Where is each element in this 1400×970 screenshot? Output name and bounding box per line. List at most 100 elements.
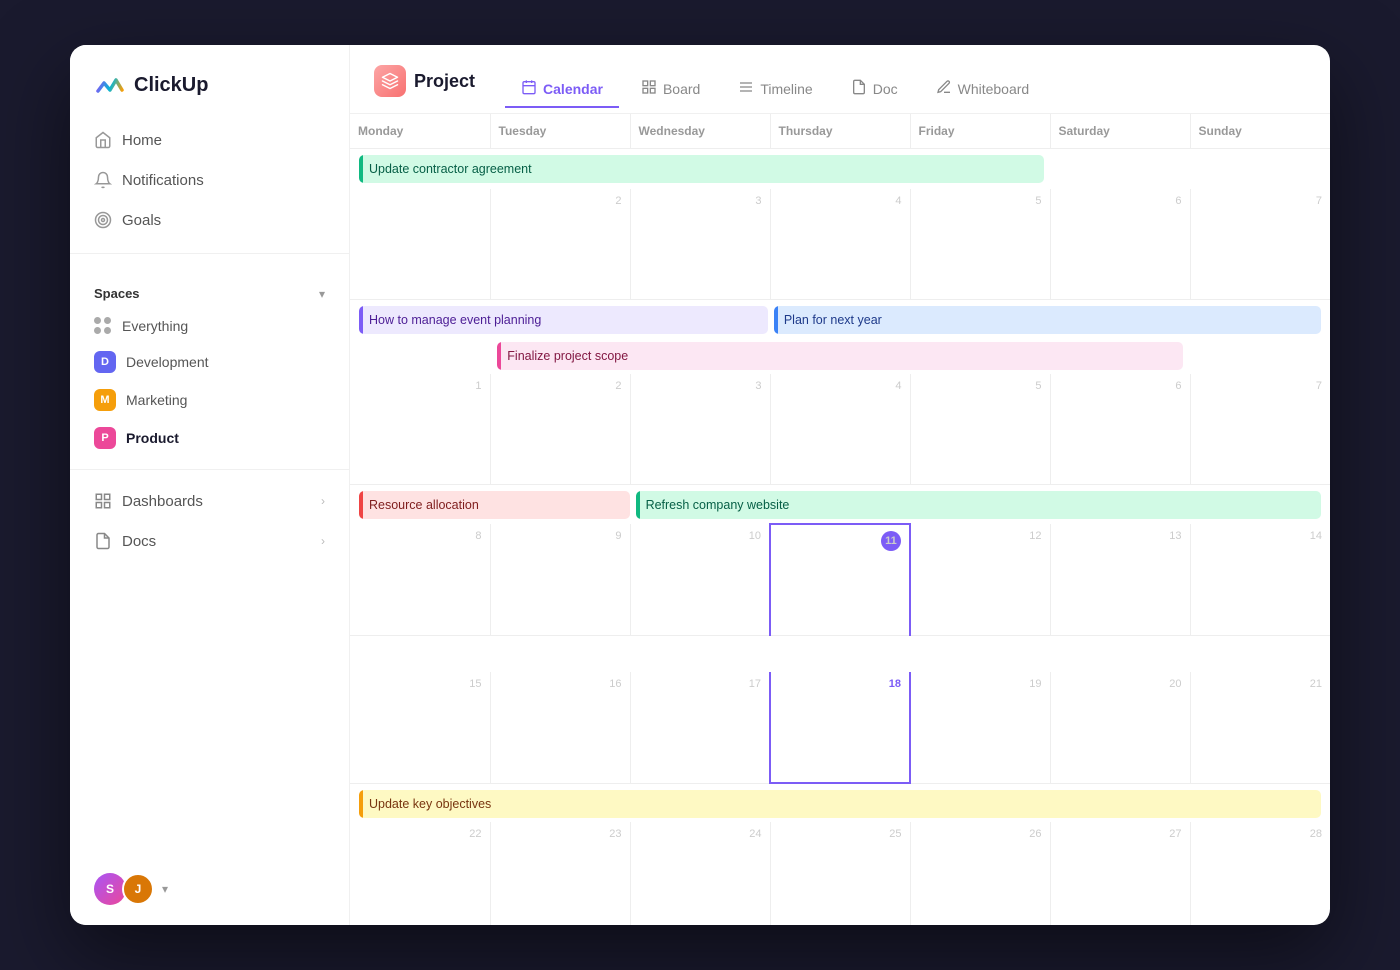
cell-tue-w2[interactable]: 2 [490,374,630,485]
tab-timeline[interactable]: Timeline [722,71,828,108]
event-refresh-website[interactable]: Refresh company website [633,489,1324,521]
cell-sat-w5[interactable]: 27 [1050,822,1190,925]
cell-tue-w1[interactable]: 2 [490,189,630,300]
goals-label: Goals [122,212,161,229]
sidebar-item-docs[interactable]: Docs › [82,522,337,560]
cell-sat-w1[interactable]: 6 [1050,189,1190,300]
event-accent [359,491,363,519]
doc-tab-icon [851,79,867,98]
event-contractor[interactable]: Update contractor agreement [356,153,1047,185]
calendar-table: Monday Tuesday Wednesday Thursday Friday… [350,114,1330,925]
spaces-section-header: Spaces ▾ [70,266,349,309]
target-icon [94,211,112,229]
cell-mon-w4[interactable]: 15 [350,672,490,783]
event-accent [359,306,363,334]
cell-wed-w3[interactable]: 10 [630,524,770,636]
week2-events-row: How to manage event planning Plan for ne… [350,300,1330,339]
sidebar-item-home[interactable]: Home [82,121,337,159]
cell-wed-w1[interactable]: 3 [630,189,770,300]
cell-thu-w4[interactable]: 18 [770,672,910,783]
week2-dates-row: 1 2 3 4 5 6 7 [350,374,1330,485]
cell-wed-w5[interactable]: 24 [630,822,770,925]
event-label: Plan for next year [784,313,882,327]
cell-wed-w4[interactable]: 17 [630,672,770,783]
space-item-marketing[interactable]: M Marketing [70,381,349,419]
calendar-tab-icon [521,79,537,98]
week1-events-row: Update contractor agreement [350,149,1330,190]
calendar-body: Update contractor agreement 2 3 4 [350,149,1330,926]
avatar-photo: J [122,873,154,905]
cell-fri-w2[interactable]: 5 [910,374,1050,485]
event-manage-event[interactable]: How to manage event planning [356,304,771,336]
event-update-objectives[interactable]: Update key objectives [356,788,1324,820]
week2-events-cell2: Finalize project scope [350,338,1330,374]
event-resource-alloc[interactable]: Resource allocation [356,489,633,521]
home-icon [94,131,112,149]
week4-dates-row: 15 16 17 18 19 20 21 [350,672,1330,783]
event-plan-next-year[interactable]: Plan for next year [771,304,1324,336]
week4-events-row [350,636,1330,673]
tab-whiteboard[interactable]: Whiteboard [920,71,1046,108]
project-icon-svg [381,72,399,90]
cell-sun-w4[interactable]: 21 [1190,672,1330,783]
cell-sun-w1[interactable]: 7 [1190,189,1330,300]
cell-tue-w3[interactable]: 9 [490,524,630,636]
cell-sat-w4[interactable]: 20 [1050,672,1190,783]
week5-event-grid: Update key objectives [356,788,1324,820]
event-accent [636,491,640,519]
cell-mon-w3[interactable]: 8 [350,524,490,636]
doc-tab-label: Doc [873,81,898,97]
cell-sat-w3[interactable]: 13 [1050,524,1190,636]
cell-thu-w5[interactable]: 25 [770,822,910,925]
cell-sun-w2[interactable]: 7 [1190,374,1330,485]
cell-wed-w2[interactable]: 3 [630,374,770,485]
event-label: Resource allocation [369,498,479,512]
cell-tue-w5[interactable]: 23 [490,822,630,925]
sidebar-footer: S J ▾ [70,853,349,925]
tab-doc[interactable]: Doc [835,71,914,108]
event-label: Update key objectives [369,797,491,811]
footer-chevron-icon[interactable]: ▾ [162,882,168,896]
cell-mon-w5[interactable]: 22 [350,822,490,925]
main-header: Project Calendar [350,45,1330,114]
cell-fri-w4[interactable]: 19 [910,672,1050,783]
week4-events-cell [350,636,1330,673]
day-header-saturday: Saturday [1050,114,1190,149]
dashboards-chevron-icon: › [321,494,325,508]
project-icon [374,65,406,97]
sidebar-item-notifications[interactable]: Notifications [82,161,337,199]
week2-events-row2: Finalize project scope [350,338,1330,374]
cell-fri-w5[interactable]: 26 [910,822,1050,925]
space-item-everything[interactable]: Everything [70,309,349,343]
cell-mon-w2[interactable]: 1 [350,374,490,485]
cell-sun-w5[interactable]: 28 [1190,822,1330,925]
today-badge: 11 [881,531,901,551]
cell-fri-w3[interactable]: 12 [910,524,1050,636]
product-label: Product [126,430,179,446]
cell-sat-w2[interactable]: 6 [1050,374,1190,485]
sidebar-item-goals[interactable]: Goals [82,201,337,239]
tab-calendar[interactable]: Calendar [505,71,619,108]
cell-mon-w1[interactable] [350,189,490,300]
notifications-label: Notifications [122,172,204,189]
sidebar-item-dashboards[interactable]: Dashboards › [82,482,337,520]
cell-fri-w1[interactable]: 5 [910,189,1050,300]
cell-thu-w3[interactable]: 11 [770,524,910,636]
day-header-friday: Friday [910,114,1050,149]
event-label: Update contractor agreement [369,162,532,176]
event-finalize-scope[interactable]: Finalize project scope [494,340,1185,372]
cell-thu-w1[interactable]: 4 [770,189,910,300]
app-window: ClickUp Home Notifications [70,45,1330,925]
dashboards-icon [94,492,112,510]
calendar-header-row: Monday Tuesday Wednesday Thursday Friday… [350,114,1330,149]
spaces-chevron-icon[interactable]: ▾ [319,287,325,301]
space-item-product[interactable]: P Product [70,419,349,457]
product-badge: P [94,427,116,449]
week1-event-grid: Update contractor agreement [356,153,1324,185]
tab-board[interactable]: Board [625,71,716,108]
week5-dates-row: 22 23 24 25 26 27 28 [350,822,1330,925]
cell-thu-w2[interactable]: 4 [770,374,910,485]
cell-sun-w3[interactable]: 14 [1190,524,1330,636]
space-item-development[interactable]: D Development [70,343,349,381]
cell-tue-w4[interactable]: 16 [490,672,630,783]
